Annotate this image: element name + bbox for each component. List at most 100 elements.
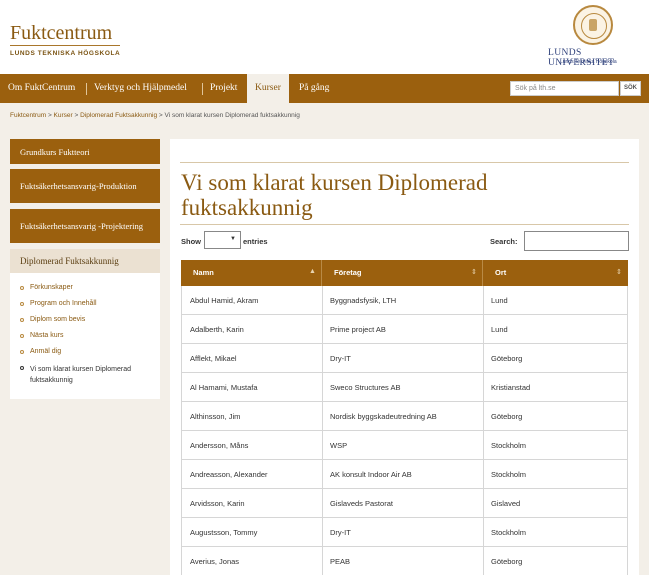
sidebar-item-produktion[interactable]: Fuktsäkerhetsansvarig-Produktion	[10, 169, 160, 203]
cell-namn: Andreasson, Alexander	[190, 470, 268, 479]
cell-namn: Augustsson, Tommy	[190, 528, 258, 537]
cell-divider	[322, 402, 323, 431]
nav-item-om-fuktcentrum[interactable]: Om FuktCentrum	[8, 74, 75, 103]
entries-select[interactable]: ▼	[204, 231, 241, 249]
cell-ort: Kristianstad	[491, 383, 531, 392]
nav-separator	[202, 83, 203, 95]
cell-divider	[483, 344, 484, 373]
table-row: Averius, Jonas PEAB Göteborg	[181, 547, 628, 575]
cell-namn: Andersson, Måns	[190, 441, 249, 450]
table-row: Afflekt, Mikael Dry-IT Göteborg	[181, 344, 628, 373]
table-row: Augustsson, Tommy Dry-IT Stockholm	[181, 518, 628, 547]
cell-ort: Göteborg	[491, 557, 523, 566]
breadcrumb-item[interactable]: Diplomerad Fuktsakkunnig	[80, 112, 157, 119]
cell-divider	[322, 489, 323, 518]
cell-divider	[322, 431, 323, 460]
cell-namn: Averius, Jonas	[190, 557, 240, 566]
sidebar-item-diplomerad[interactable]: Diplomerad Fuktsakkunnig	[10, 249, 160, 273]
university-name[interactable]: LUNDS UNIVERSITET	[548, 48, 649, 68]
cell-ort: Lund	[491, 325, 508, 334]
table-search-label: Search:	[490, 237, 518, 246]
column-divider	[321, 260, 322, 286]
cell-divider	[483, 460, 484, 489]
bullet-icon	[20, 302, 24, 306]
cell-divider	[322, 460, 323, 489]
column-header-ort[interactable]: Ort	[495, 260, 506, 286]
university-subname: Lunds Tekniska Högskola	[560, 59, 617, 65]
cell-namn: Arvidsson, Karin	[190, 499, 245, 508]
cell-divider	[483, 547, 484, 575]
nav-item-verktyg[interactable]: Verktyg och Hjälpmedel	[94, 74, 187, 103]
sidebar-subnav: Förkunskaper Program och Innehåll Diplom…	[10, 273, 160, 399]
cell-divider	[322, 286, 323, 315]
nav-separator	[86, 83, 87, 95]
site-search-input[interactable]: Sök på lth.se	[510, 81, 619, 96]
university-seal-icon[interactable]	[573, 5, 613, 45]
table-row: Andreasson, Alexander AK konsult Indoor A…	[181, 460, 628, 489]
table-search-input[interactable]	[524, 231, 629, 251]
table-row: Abdul Hamid, Akram Byggnadsfysik, LTH Lund	[181, 286, 628, 315]
bullet-icon	[20, 318, 24, 322]
cell-divider	[483, 489, 484, 518]
cell-ort: Stockholm	[491, 528, 527, 537]
breadcrumb: Fuktcentrum > Kurser > Diplomerad Fuktsa…	[10, 112, 300, 119]
column-header-foretag[interactable]: Företag	[334, 260, 362, 286]
cell-divider	[483, 402, 484, 431]
sort-asc-icon[interactable]: ▲	[309, 268, 316, 275]
breadcrumb-item[interactable]: Kurser	[54, 112, 73, 119]
cell-ort: Stockholm	[491, 441, 527, 450]
nav-item-projekt[interactable]: Projekt	[210, 74, 237, 103]
cell-ort: Gislaved	[491, 499, 521, 508]
cell-namn: Althinsson, Jim	[190, 412, 241, 421]
cell-ort: Göteborg	[491, 412, 523, 421]
site-search-button[interactable]: SÖK	[620, 81, 641, 96]
cell-divider	[483, 286, 484, 315]
cell-namn: Al Hamami, Mustafa	[190, 383, 258, 392]
sidebar-subitem[interactable]: Program och Innehåll	[20, 300, 97, 307]
cell-foretag: Dry-IT	[330, 528, 351, 537]
sidebar-subitem[interactable]: Förkunskaper	[20, 284, 73, 291]
cell-divider	[483, 315, 484, 344]
nav-item-kurser[interactable]: Kurser	[247, 74, 289, 103]
show-label: Show	[181, 237, 201, 246]
sidebar-subitem-current[interactable]: Vi som klarat kursen Diplomerad fuktsakk…	[20, 364, 155, 386]
cell-foretag: Prime project AB	[330, 325, 386, 334]
bullet-icon	[20, 286, 24, 290]
site-header: Fuktcentrum LUNDS TEKNISKA HÖGSKOLA LUND…	[0, 0, 649, 74]
sidebar-item-grundkurs[interactable]: Grundkurs Fuktteori	[10, 139, 160, 164]
cell-divider	[483, 518, 484, 547]
entries-label: entries	[243, 237, 268, 246]
cell-ort: Lund	[491, 296, 508, 305]
cell-divider	[483, 373, 484, 402]
page-title: Vi som klarat kursen Diplomerad fuktsakk…	[181, 170, 488, 220]
cell-divider	[322, 373, 323, 402]
logo-divider	[10, 45, 120, 46]
title-rule-bottom	[180, 224, 629, 225]
bullet-icon	[20, 350, 24, 354]
cell-foretag: Byggnadsfysik, LTH	[330, 296, 397, 305]
cell-divider	[322, 344, 323, 373]
breadcrumb-item[interactable]: Fuktcentrum	[10, 112, 46, 119]
cell-divider	[483, 431, 484, 460]
column-header-namn[interactable]: Namn	[193, 260, 214, 286]
sidebar-subitem[interactable]: Diplom som bevis	[20, 316, 85, 323]
table-row: Arvidsson, Karin Gislaveds Pastorat Gislav…	[181, 489, 628, 518]
site-title[interactable]: Fuktcentrum	[10, 22, 112, 45]
cell-foretag: Dry-IT	[330, 354, 351, 363]
cell-namn: Afflekt, Mikael	[190, 354, 237, 363]
nav-item-pa-gang[interactable]: På gång	[299, 74, 329, 103]
main-content: Vi som klarat kursen Diplomerad fuktsakk…	[170, 139, 639, 575]
sidebar-subitem[interactable]: Nästa kurs	[20, 332, 63, 339]
site-subtitle: LUNDS TEKNISKA HÖGSKOLA	[10, 50, 121, 57]
sidebar-subitem[interactable]: Anmäl dig	[20, 348, 61, 355]
cell-namn: Adalberth, Karin	[190, 325, 244, 334]
cell-divider	[322, 547, 323, 575]
sort-both-icon[interactable]: ⇕	[616, 268, 622, 276]
sort-both-icon[interactable]: ⇕	[471, 268, 477, 276]
bullet-icon	[20, 366, 24, 370]
sidebar-item-projektering[interactable]: Fuktsäkerhetsansvarig -Projektering	[10, 209, 160, 243]
cell-divider	[322, 518, 323, 547]
cell-foretag: Sweco Structures AB	[330, 383, 401, 392]
cell-foretag: Gislaveds Pastorat	[330, 499, 393, 508]
column-divider	[482, 260, 483, 286]
